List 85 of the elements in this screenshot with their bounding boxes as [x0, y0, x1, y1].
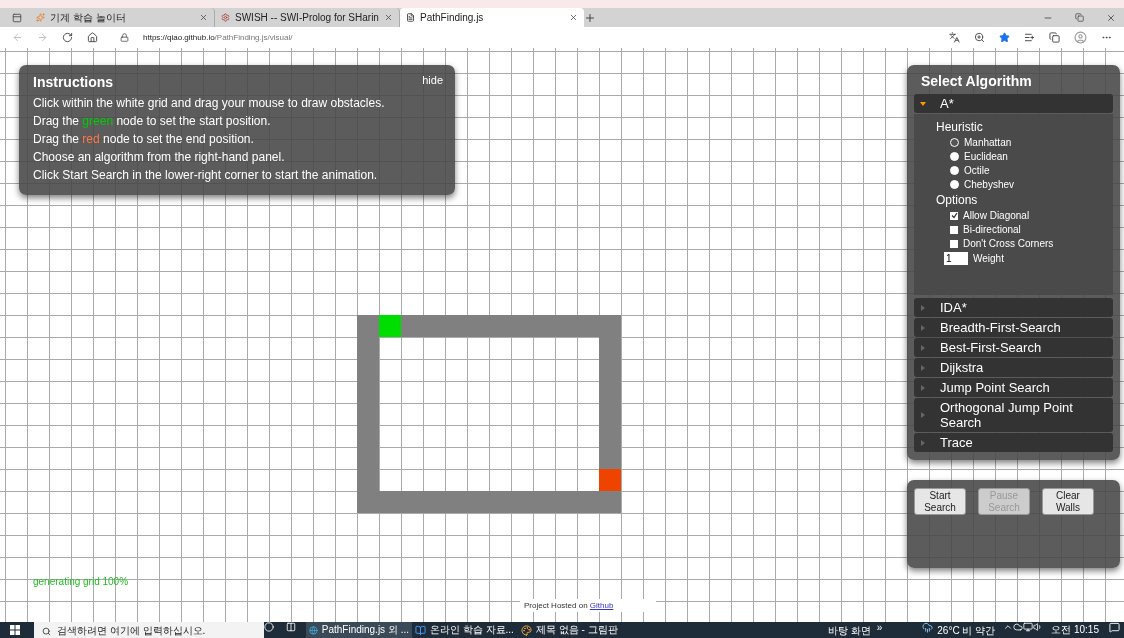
- weather-text[interactable]: 26°C 비 약간: [937, 622, 996, 638]
- caret-icon: [920, 344, 926, 351]
- more-chevron[interactable]: »: [876, 622, 883, 633]
- algorithm-header[interactable]: Jump Point Search: [914, 378, 1113, 397]
- option-checkbox[interactable]: Don't Cross Corners: [950, 238, 1113, 249]
- instruction-line: Choose an algorithm from the right-hand panel.: [33, 149, 286, 165]
- collections-icon[interactable]: [1049, 32, 1060, 43]
- algorithm-header[interactable]: Trace: [914, 433, 1113, 452]
- caret-icon: [920, 304, 926, 311]
- close-icon[interactable]: [199, 13, 208, 22]
- rain-cloud-icon: [922, 622, 934, 633]
- option-checkbox[interactable]: Bi-directional: [950, 224, 1113, 235]
- taskbar-app[interactable]: PathFinding.js 외 ...: [306, 622, 412, 638]
- control-button[interactable]: Start Search: [914, 488, 966, 515]
- algorithm-header[interactable]: Best-First-Search: [914, 338, 1113, 357]
- palette-icon: [521, 624, 532, 636]
- home-icon[interactable]: [87, 32, 98, 43]
- heuristic-option[interactable]: Euclidean: [950, 151, 1113, 162]
- option-checkbox[interactable]: Allow Diagonal: [950, 210, 1113, 221]
- zoom-icon[interactable]: [974, 32, 985, 43]
- taskbar-search-field[interactable]: 검색하려면 여기에 입력하십시오.: [34, 622, 264, 638]
- restore-icon[interactable]: [1075, 13, 1084, 22]
- grid-canvas[interactable]: [0, 48, 1124, 622]
- page-icon: [406, 13, 415, 22]
- lock-icon: [120, 33, 129, 42]
- hide-link[interactable]: hide: [422, 74, 443, 86]
- panel-title: Instructions: [33, 74, 114, 90]
- instruction-line: Click within the white grid and drag your mouse to draw obstacles.: [33, 95, 386, 111]
- profile-icon[interactable]: [1074, 31, 1087, 44]
- tab-title: SWISH -- SWI-Prolog for SHarin: [235, 12, 379, 23]
- instruction-line: Click Start Search in the lower-right corner to start the animation.: [33, 167, 379, 183]
- caret-icon: [920, 412, 926, 418]
- section-label: Heuristic: [936, 120, 984, 134]
- caret-icon: [920, 364, 926, 371]
- browser-tab[interactable]: PathFinding.js: [400, 8, 584, 27]
- instruction-line: Drag the red node to set the end position.: [33, 131, 255, 147]
- weight-input[interactable]: 1: [944, 252, 968, 265]
- algorithm-header[interactable]: Breadth-First-Search: [914, 318, 1113, 337]
- desktop-label[interactable]: 바탕 화면: [827, 622, 871, 638]
- chevron-up-icon[interactable]: [1003, 622, 1014, 632]
- favorite-star-icon[interactable]: [999, 32, 1010, 43]
- footer-text: Project Hosted on Github: [520, 599, 656, 612]
- favorites-icon[interactable]: [1024, 32, 1035, 43]
- globe-icon: [309, 624, 318, 636]
- heuristic-option[interactable]: Octile: [950, 165, 1113, 176]
- task-view-icon[interactable]: [286, 622, 296, 632]
- close-icon[interactable]: [384, 13, 393, 22]
- volume-icon[interactable]: [1033, 622, 1044, 632]
- algorithm-header[interactable]: IDA*: [914, 298, 1113, 317]
- start-node[interactable]: [379, 315, 401, 337]
- checkmark-icon: [950, 212, 958, 219]
- close-icon[interactable]: [1106, 12, 1116, 23]
- network-icon[interactable]: [1023, 622, 1034, 632]
- panel-title: Select Algorithm: [921, 73, 1033, 89]
- tab-title: 기계 학습 놀이터: [50, 10, 127, 25]
- translate-icon[interactable]: [949, 32, 960, 43]
- section-label: Options: [936, 193, 979, 207]
- algorithm-header[interactable]: Orthogonal Jump Point Search: [914, 398, 1113, 432]
- caret-icon: [920, 384, 926, 391]
- address-field[interactable]: https://qiao.github.io/PathFinding.js/visual/: [143, 33, 293, 42]
- caret-icon: [920, 324, 926, 331]
- cloud-icon[interactable]: [1013, 622, 1024, 632]
- caret-icon: [920, 100, 926, 107]
- tab-title: PathFinding.js: [420, 12, 485, 23]
- status-text: generating grid 100%: [33, 576, 129, 587]
- search-icon: [42, 626, 51, 636]
- github-link[interactable]: Github: [589, 601, 614, 610]
- reload-icon[interactable]: [62, 32, 73, 43]
- taskbar-app[interactable]: 제목 없음 - 그림판: [518, 622, 624, 638]
- caret-icon: [920, 439, 926, 446]
- clock[interactable]: 오전 10:15: [1051, 622, 1099, 636]
- close-icon[interactable]: [569, 13, 578, 22]
- notification-icon[interactable]: [1109, 622, 1120, 633]
- gear-icon: [221, 13, 230, 22]
- instruction-line: Drag the green node to set the start position.: [33, 113, 272, 129]
- weight-label: Weight: [973, 253, 1004, 264]
- sparkle-icon: [36, 13, 45, 22]
- end-node[interactable]: [599, 469, 621, 491]
- control-button[interactable]: Clear Walls: [1042, 488, 1094, 515]
- heuristic-option[interactable]: Manhattan: [950, 137, 1113, 148]
- heuristic-option[interactable]: Chebyshev: [950, 179, 1113, 190]
- algorithm-header[interactable]: Dijkstra: [914, 358, 1113, 377]
- book-icon: [415, 624, 426, 636]
- algorithm-header[interactable]: A*: [914, 94, 1113, 113]
- taskbar-app[interactable]: 온라인 학습 자료...: [412, 622, 518, 638]
